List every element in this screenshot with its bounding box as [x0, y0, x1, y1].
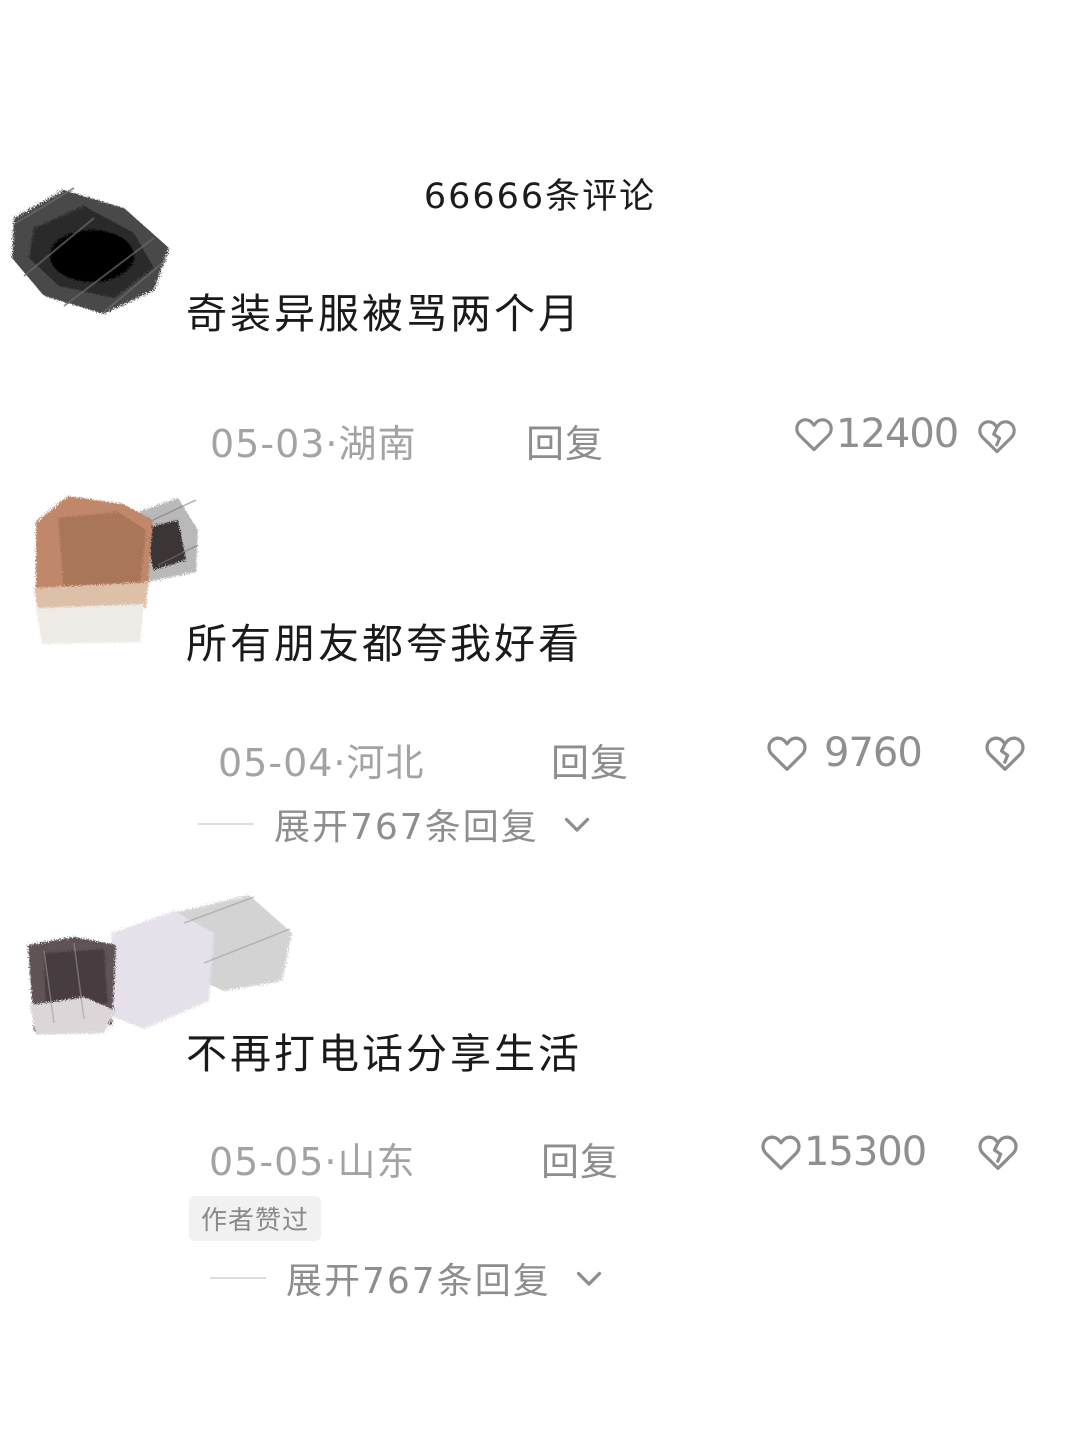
- like-button[interactable]: 9760: [764, 730, 923, 776]
- expand-replies-label: 展开767条回复: [286, 1261, 551, 1302]
- expand-replies-button[interactable]: 展开767条回复: [198, 798, 595, 850]
- comment-date: 05-03: [210, 422, 326, 466]
- meta-separator: ·: [325, 422, 339, 466]
- comment-meta: 05-03·湖南: [210, 413, 417, 468]
- chevron-down-icon: [571, 1260, 607, 1296]
- comment-location: 山东: [337, 1140, 416, 1184]
- comment-location: 河北: [346, 741, 425, 785]
- like-button[interactable]: 12400: [792, 411, 959, 457]
- dislike-button[interactable]: [982, 730, 1028, 776]
- dislike-button[interactable]: [975, 1129, 1021, 1175]
- avatar[interactable]: [28, 490, 200, 648]
- expand-replies-button[interactable]: 展开767条回复: [210, 1252, 607, 1304]
- author-liked-badge: 作者赞过: [189, 1196, 322, 1241]
- broken-heart-icon: [982, 730, 1028, 776]
- reply-button[interactable]: 回复: [551, 732, 629, 787]
- comment-date: 05-04: [218, 741, 334, 785]
- like-count: 9760: [824, 730, 923, 776]
- comment-meta: 05-04·河北: [218, 732, 425, 787]
- comment-text: 所有朋友都夸我好看: [186, 620, 582, 668]
- reply-button[interactable]: 回复: [541, 1131, 619, 1186]
- comment-text: 奇装异服被骂两个月: [186, 290, 582, 338]
- expand-replies-label: 展开767条回复: [274, 807, 539, 848]
- like-count: 15300: [804, 1129, 927, 1175]
- meta-separator: ·: [333, 741, 347, 785]
- heart-outline-icon: [764, 730, 810, 776]
- like-button[interactable]: 15300: [758, 1129, 927, 1175]
- comment-location: 湖南: [338, 422, 417, 466]
- like-count: 12400: [836, 411, 959, 457]
- heart-outline-icon: [758, 1129, 804, 1175]
- chevron-down-icon: [559, 806, 595, 842]
- broken-heart-icon: [975, 414, 1019, 458]
- broken-heart-icon: [975, 1129, 1021, 1175]
- comment-meta: 05-05·山东: [209, 1131, 416, 1186]
- divider-line: [198, 823, 254, 825]
- reply-button[interactable]: 回复: [526, 413, 604, 468]
- comment-text: 不再打电话分享生活: [186, 1030, 582, 1078]
- heart-outline-icon: [792, 412, 836, 456]
- divider-line: [210, 1277, 266, 1279]
- dislike-button[interactable]: [975, 414, 1019, 458]
- comment-date: 05-05: [209, 1140, 325, 1184]
- avatar[interactable]: [4, 178, 174, 318]
- avatar[interactable]: [24, 893, 296, 1035]
- meta-separator: ·: [324, 1140, 338, 1184]
